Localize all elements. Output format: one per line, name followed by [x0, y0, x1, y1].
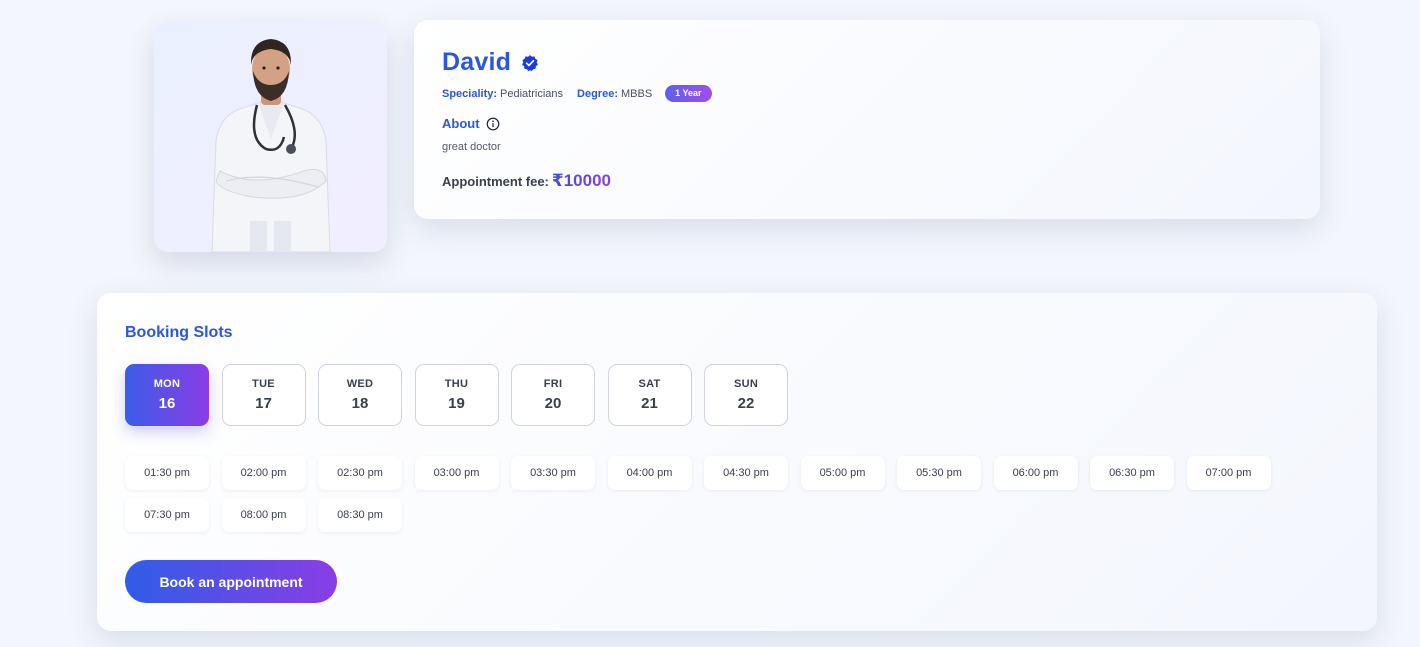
day-name: THU: [444, 378, 469, 390]
speciality-value: Pediatricians: [500, 87, 564, 100]
day-name: FRI: [543, 378, 563, 390]
time-slot[interactable]: 05:00 pm: [800, 456, 885, 490]
doctor-meta-row: Speciality: Pediatricians Degree: MBBS 1…: [442, 85, 712, 102]
doctor-info-card: David Speciality: Pediatricians Degree: …: [414, 20, 1320, 219]
day-date: 22: [737, 395, 755, 412]
booking-slots-title: Booking Slots: [125, 324, 233, 341]
doctor-photo: [154, 21, 387, 252]
time-slot[interactable]: 08:00 pm: [221, 498, 306, 532]
time-slot-list: 01:30 pm 02:00 pm 02:30 pm 03:00 pm 03:3…: [125, 456, 1285, 540]
day-name: SAT: [638, 378, 661, 390]
speciality-label: Speciality:: [442, 87, 498, 100]
time-slot[interactable]: 03:30 pm: [511, 456, 595, 490]
day-date: 20: [544, 395, 562, 412]
day-option-thu[interactable]: THU 19: [414, 364, 499, 426]
verified-badge-icon: [522, 54, 538, 71]
experience-badge: 1 Year: [665, 85, 712, 102]
day-date: 21: [641, 395, 658, 412]
time-slot[interactable]: 05:30 pm: [897, 456, 981, 490]
time-slot[interactable]: 06:30 pm: [1090, 456, 1174, 490]
doctor-name-row: David: [442, 48, 539, 77]
time-slot[interactable]: 07:00 pm: [1186, 456, 1271, 490]
day-selector: MON 16 TUE 17 WED 18 THU 19 FRI 20 SAT 2…: [125, 364, 801, 426]
day-option-tue[interactable]: TUE 17: [221, 364, 306, 426]
fee-label: Appointment fee:: [442, 174, 549, 189]
degree-label: Degree:: [577, 87, 618, 100]
day-date: 16: [158, 395, 176, 412]
time-slot[interactable]: 01:30 pm: [125, 456, 209, 490]
degree-value: MBBS: [620, 87, 653, 100]
day-date: 19: [448, 395, 465, 412]
day-date: 18: [351, 395, 369, 412]
day-option-mon[interactable]: MON 16: [125, 364, 209, 426]
time-slot[interactable]: 04:30 pm: [704, 456, 788, 490]
booking-slots-card: Booking Slots MON 16 TUE 17 WED 18 THU 1…: [97, 293, 1377, 631]
day-name: SUN: [733, 378, 759, 390]
info-circle-icon: [486, 117, 499, 130]
doctor-name: David: [442, 48, 512, 76]
day-name: WED: [346, 378, 374, 390]
fee-value: ₹10000: [551, 171, 611, 190]
about-label: About: [442, 116, 480, 131]
time-slot[interactable]: 07:30 pm: [125, 498, 209, 532]
time-slot[interactable]: 06:00 pm: [993, 456, 1078, 490]
day-option-wed[interactable]: WED 18: [318, 364, 402, 426]
time-slot[interactable]: 03:00 pm: [414, 456, 499, 490]
day-option-sat[interactable]: SAT 21: [607, 364, 692, 426]
about-text: great doctor: [442, 141, 501, 153]
time-slot[interactable]: 04:00 pm: [607, 456, 692, 490]
doctor-portrait: [211, 39, 331, 252]
book-appointment-button[interactable]: Book an appointment: [125, 560, 337, 603]
fee-row: Appointment fee: ₹10000: [442, 171, 611, 191]
day-name: TUE: [252, 378, 275, 390]
day-name: MON: [153, 378, 181, 390]
day-date: 17: [255, 395, 272, 412]
day-option-fri[interactable]: FRI 20: [511, 364, 595, 426]
time-slot[interactable]: 08:30 pm: [318, 498, 402, 532]
day-option-sun[interactable]: SUN 22: [704, 364, 788, 426]
time-slot[interactable]: 02:00 pm: [221, 456, 306, 490]
time-slot[interactable]: 02:30 pm: [318, 456, 402, 490]
about-row: About: [442, 116, 500, 131]
